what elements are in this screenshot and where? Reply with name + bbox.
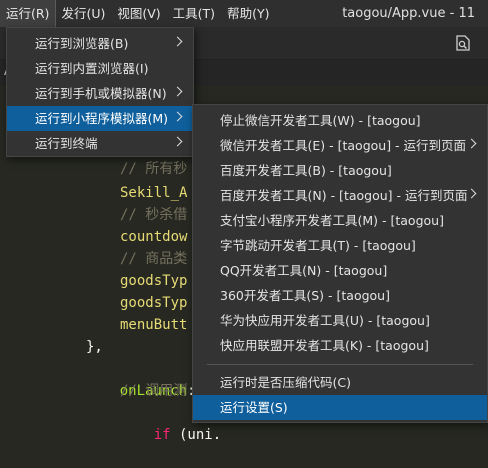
menu-item-run-miniprogram[interactable]: 运行到小程序模拟器(M) (7, 106, 193, 131)
menu-item-quickapp-alliance-devtools[interactable]: 快应用联盟开发者工具(K) - [taogou] (193, 333, 487, 358)
menu-item-label: 运行到终端 (35, 136, 98, 151)
code-token: (uni. (170, 427, 222, 443)
run-menu: 运行到浏览器(B) 运行到内置浏览器(I) 运行到手机或模拟器(N) 运行到小程… (6, 27, 194, 157)
menu-help[interactable]: 帮助(Y) (221, 0, 275, 27)
menu-item-bytedance-devtools[interactable]: 字节跳动开发者工具(T) - [taogou] (193, 233, 487, 258)
menu-view[interactable]: 视图(V) (111, 0, 166, 27)
miniprogram-submenu: 停止微信开发者工具(W) - [taogou] 微信开发者工具(E) - [ta… (192, 104, 488, 423)
menu-item-label: 华为快应用开发者工具(U) - [taogou] (220, 313, 430, 328)
menu-item-baidu-devtools-page[interactable]: 百度开发者工具(N) - [taogou] - 运行到页面 (193, 183, 487, 208)
menu-item-label: 快应用联盟开发者工具(K) - [taogou] (220, 338, 429, 353)
chevron-right-icon (172, 86, 183, 97)
menu-item-label: 运行到手机或模拟器(N) (35, 86, 167, 101)
code-line: }, (86, 339, 103, 355)
search-page-icon[interactable] (454, 34, 472, 52)
code-line: countdow (120, 229, 188, 245)
menu-item-label: 360开发者工具(S) - [taogou] (220, 288, 390, 303)
menu-item-label: 运行到内置浏览器(I) (35, 61, 149, 76)
menu-run[interactable]: 运行(R) (0, 0, 57, 28)
menu-item-run-phone-emulator[interactable]: 运行到手机或模拟器(N) (7, 81, 193, 106)
menu-item-huawei-quickapp-devtools[interactable]: 华为快应用开发者工具(U) - [taogou] (193, 308, 487, 333)
code-line: menuButt (120, 317, 188, 333)
window-title: taogou/App.vue - 11 (342, 6, 475, 21)
menu-item-label: 运行设置(S) (220, 400, 288, 415)
chevron-right-icon (172, 136, 183, 147)
code-line: // 商品类 (120, 251, 188, 267)
menu-item-label: 运行时是否压缩代码(C) (220, 375, 351, 390)
menu-item-run-browser[interactable]: 运行到浏览器(B) (7, 31, 193, 56)
menu-item-label: 运行到浏览器(B) (35, 36, 129, 51)
code-token: if (153, 427, 171, 443)
code-line: goodsTyp (120, 295, 188, 311)
menu-item-label: 百度开发者工具(B) - [taogou] (220, 163, 392, 178)
menu-bar: 运行(R) 发行(U) 视图(V) 工具(T) 帮助(Y) taogou/App… (0, 0, 488, 28)
menu-item-qq-devtools[interactable]: QQ开发者工具(N) - [taogou] (193, 258, 487, 283)
code-line: // 所有秒 (120, 161, 188, 177)
menu-item-label: 字节跳动开发者工具(T) - [taogou] (220, 238, 416, 253)
code-line: // 调用测 (120, 383, 188, 399)
menu-item-label: 运行到小程序模拟器(M) (35, 111, 169, 126)
menu-separator (207, 364, 473, 365)
code-line: Sekill_A (120, 185, 188, 201)
chevron-right-icon (466, 138, 477, 149)
menu-item-compress-code[interactable]: 运行时是否压缩代码(C) (193, 370, 487, 395)
menu-item-run-builtin-browser[interactable]: 运行到内置浏览器(I) (7, 56, 193, 81)
code-line: // 秒杀借 (120, 207, 188, 223)
menu-publish[interactable]: 发行(U) (55, 0, 111, 27)
chevron-right-icon (466, 188, 477, 199)
chevron-right-icon (172, 36, 183, 47)
menu-item-label: 微信开发者工具(E) - [taogou] - 运行到页面 (220, 138, 467, 153)
menu-item-360-devtools[interactable]: 360开发者工具(S) - [taogou] (193, 283, 487, 308)
menu-tools[interactable]: 工具(T) (167, 0, 221, 27)
menu-item-label: 支付宝小程序开发者工具(M) - [taogou] (220, 213, 444, 228)
menu-item-run-terminal[interactable]: 运行到终端 (7, 131, 193, 156)
chevron-right-icon (172, 111, 183, 122)
code-line: goodsTyp (120, 273, 188, 289)
menu-item-stop-wechat-devtools[interactable]: 停止微信开发者工具(W) - [taogou] (193, 108, 487, 133)
menu-item-label: 停止微信开发者工具(W) - [taogou] (220, 113, 421, 128)
menu-item-wechat-devtools[interactable]: 微信开发者工具(E) - [taogou] - 运行到页面 (193, 133, 487, 158)
menu-item-baidu-devtools[interactable]: 百度开发者工具(B) - [taogou] (193, 158, 487, 183)
menu-item-label: 百度开发者工具(N) - [taogou] - 运行到页面 (220, 188, 468, 203)
menu-item-alipay-devtools[interactable]: 支付宝小程序开发者工具(M) - [taogou] (193, 208, 487, 233)
menu-item-run-settings[interactable]: 运行设置(S) (193, 395, 487, 420)
menu-item-label: QQ开发者工具(N) - [taogou] (220, 263, 388, 278)
